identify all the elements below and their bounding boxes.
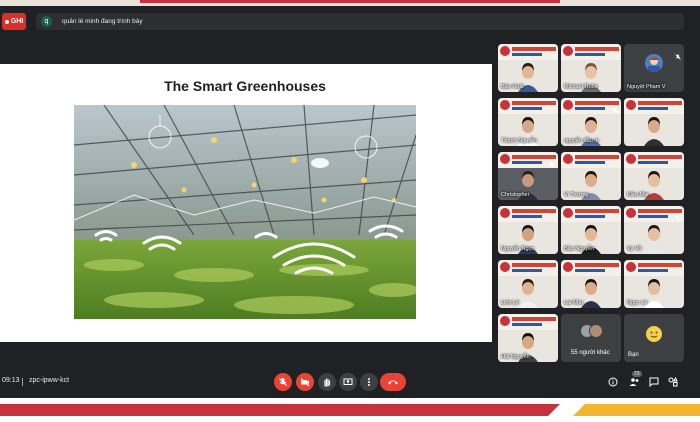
self-avatar	[646, 326, 662, 342]
self-label: Bạn	[628, 352, 639, 358]
more-vert-icon	[368, 378, 370, 386]
participant-name: Ngọc Lê	[627, 300, 648, 306]
participant-video	[518, 279, 538, 308]
more-options-button[interactable]	[360, 373, 378, 391]
participant-tile[interactable]: Vi Trương	[561, 152, 621, 200]
participant-tile[interactable]: Bảo Hoài	[498, 44, 558, 92]
participant-tile[interactable]: Ngọc Lê	[624, 260, 684, 308]
participant-tile[interactable]: Linh Lê	[498, 260, 558, 308]
camera-toggle-button[interactable]	[296, 373, 314, 391]
mic-muted-icon	[675, 209, 681, 222]
microphone-off-icon	[279, 378, 287, 386]
chat-icon	[649, 377, 659, 387]
meeting-controls-bar: 09:13 zpc-ipww-kct 73	[0, 370, 700, 396]
info-icon	[608, 377, 618, 387]
presented-slide: The Smart Greenhouses	[0, 64, 492, 342]
participant-name: Kiều Mai	[627, 192, 649, 198]
others-label: 55 người khác	[571, 350, 610, 356]
greenhouse-photo	[74, 105, 416, 319]
meeting-time: 09:13	[2, 377, 20, 384]
participant-name: Nguyễn Ngọc	[501, 246, 535, 252]
mic-muted-icon	[612, 101, 618, 114]
mic-muted-icon	[549, 155, 555, 168]
participant-tile[interactable]: Vy Võ	[624, 206, 684, 254]
footer-decoration	[0, 398, 700, 422]
meeting-details-button[interactable]	[606, 375, 620, 389]
recording-badge[interactable]: GHI	[2, 13, 26, 30]
people-icon	[629, 378, 638, 386]
slide-title: The Smart Greenhouses	[164, 78, 326, 94]
participant-tile[interactable]: Lai Như	[561, 260, 621, 308]
participant-name: Vi Trương	[564, 192, 589, 198]
participant-tile[interactable]: Bảo Nguyễn	[561, 206, 621, 254]
meeting-code[interactable]: zpc-ipww-kct	[29, 377, 69, 384]
self-tile[interactable]: Bạn	[624, 314, 684, 362]
present-screen-button[interactable]	[339, 373, 357, 391]
participant-tile[interactable]: Kiều Mai	[624, 152, 684, 200]
participant-tile[interactable]: Hải Nguyễn	[498, 314, 558, 362]
participant-name: Linh Lê	[501, 300, 520, 306]
participant-tile[interactable]: Nguyễn Ngọc	[498, 206, 558, 254]
top-decorative-line	[0, 0, 700, 6]
recording-label: GHI	[10, 18, 24, 25]
presenting-banner[interactable]: q quản lê minh đang trình bày	[36, 13, 684, 30]
participant-name: Bảo Hoài	[501, 84, 524, 90]
top-bar: GHI q quản lê minh đang trình bày	[0, 10, 700, 32]
participant-name: Bảo Nguyễn	[564, 246, 595, 252]
participant-tile[interactable]: Nguyệt Phạm V	[624, 44, 684, 92]
participant-tile[interactable]	[624, 98, 684, 146]
shapes-icon	[668, 377, 678, 387]
participant-tile[interactable]: Thành Nguyễn	[498, 98, 558, 146]
participant-name: Christopher	[501, 192, 530, 198]
people-button[interactable]	[627, 375, 641, 389]
camera-off-icon	[300, 378, 310, 387]
participant-tile[interactable]: Christopher	[498, 152, 558, 200]
chat-button[interactable]	[647, 375, 661, 389]
presenter-avatar: q	[41, 16, 52, 27]
participant-name: Lai Như	[564, 300, 584, 306]
hang-up-icon	[388, 380, 398, 385]
participant-video	[644, 117, 664, 146]
other-participants-tile[interactable]: 55 người khác	[561, 314, 621, 362]
present-icon	[343, 378, 353, 385]
leave-call-button[interactable]	[380, 373, 406, 391]
hand-icon	[324, 378, 331, 387]
participant-name: nguyễn đắu ni	[564, 138, 599, 144]
participant-avatar	[645, 54, 663, 72]
record-dot-icon	[4, 19, 9, 24]
others-avatars	[580, 324, 604, 338]
participant-name: Thành Nguyễn	[501, 138, 538, 144]
participant-tile[interactable]: Michael Robe	[561, 44, 621, 92]
participant-name: Hải Nguyễn	[501, 354, 530, 360]
participant-name: Vy Võ	[627, 246, 642, 252]
participant-video	[644, 225, 664, 254]
participant-name: Nguyệt Phạm V	[627, 84, 666, 90]
mic-muted-icon	[675, 47, 681, 60]
presenting-text: quản lê minh đang trình bày	[62, 18, 143, 25]
separator	[22, 378, 23, 386]
participant-name: Michael Robe	[564, 84, 598, 90]
raise-hand-button[interactable]	[318, 373, 336, 391]
participant-tile[interactable]: nguyễn đắu ni	[561, 98, 621, 146]
microphone-toggle-button[interactable]	[274, 373, 292, 391]
activities-button[interactable]	[666, 375, 680, 389]
